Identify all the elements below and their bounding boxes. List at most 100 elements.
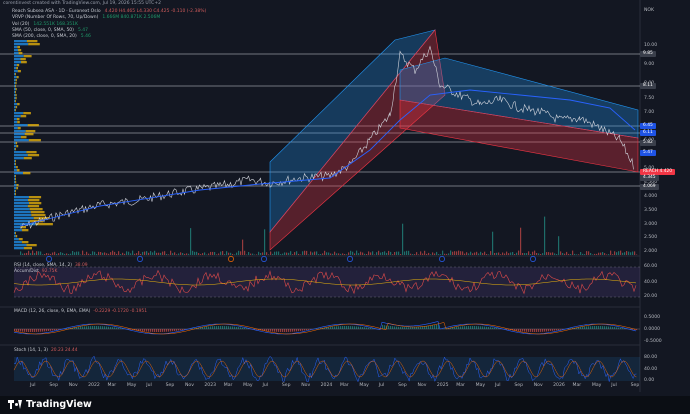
- macd-histogram-bar: [410, 327, 412, 329]
- volume-bar: [180, 252, 182, 255]
- macd-histogram-bar: [166, 329, 168, 332]
- volume-bar: [588, 251, 590, 255]
- volume-bar: [480, 251, 482, 255]
- volume-bar: [442, 250, 444, 255]
- volume-bar: [498, 252, 500, 255]
- time-axis-tick: Nov: [68, 383, 78, 388]
- macd-histogram-bar: [342, 326, 344, 329]
- chart-canvas[interactable]: [0, 0, 690, 392]
- volume-bar: [466, 252, 468, 255]
- macd-histogram-bar: [388, 325, 390, 329]
- volume-profile-down-bar: [31, 214, 46, 217]
- volume-bar: [84, 254, 86, 255]
- volume-profile-down-bar: [15, 94, 17, 97]
- volume-bar: [196, 251, 198, 255]
- macd-histogram-bar: [112, 327, 114, 329]
- volume-bar: [414, 254, 416, 255]
- macd-histogram-bar: [140, 329, 142, 331]
- price-axis[interactable]: NOK 10.009.008.007.507.006.506.005.505.0…: [640, 0, 690, 392]
- volume-bar: [430, 254, 432, 255]
- volume-bar: [32, 250, 34, 255]
- macd-histogram-bar: [610, 326, 612, 329]
- volume-bar: [110, 252, 112, 255]
- macd-histogram-bar: [394, 326, 396, 329]
- volume-profile-up-bar: [14, 82, 16, 85]
- volume-bar: [68, 254, 70, 255]
- volume-bar: [562, 253, 564, 255]
- volume-bar: [96, 253, 98, 255]
- volume-bar: [340, 253, 342, 255]
- volume-profile-down-bar: [15, 88, 17, 91]
- macd-histogram-bar: [456, 326, 458, 329]
- macd-histogram-bar: [336, 326, 338, 329]
- macd-label-row[interactable]: MACD (12, 26, close, 9, EMA, EMA) -0.2229…: [14, 309, 147, 314]
- volume-profile-down-bar: [29, 202, 42, 205]
- volume-bar: [604, 253, 606, 255]
- price-axis-tick: 7.00: [644, 110, 655, 115]
- macd-histogram-bar: [44, 329, 46, 332]
- volume-bar: [494, 253, 496, 255]
- macd-histogram-bar: [596, 326, 598, 329]
- macd-histogram-bar: [490, 327, 492, 329]
- stoch-values: 20.23 24.44: [50, 348, 78, 353]
- volume-bar: [200, 254, 202, 255]
- volume-profile-down-bar: [17, 103, 20, 106]
- volume-bar: [150, 251, 152, 255]
- volume-bar: [378, 250, 380, 255]
- volume-profile-down-bar: [15, 181, 17, 184]
- price-axis-tick: 3.500: [644, 208, 658, 213]
- volume-bar: [526, 253, 528, 255]
- macd-histogram-bar: [356, 326, 358, 329]
- macd-histogram-bar: [382, 324, 384, 329]
- volume-profile-up-bar: [14, 193, 16, 196]
- macd-histogram-bar: [244, 327, 246, 329]
- macd-histogram-bar: [288, 329, 290, 332]
- volume-bar: [586, 251, 588, 255]
- accum-label-row[interactable]: Accum/Dist 92.75K: [14, 269, 57, 274]
- volume-bar: [488, 254, 490, 255]
- volume-bar: [244, 250, 246, 255]
- macd-histogram-bar: [538, 329, 540, 332]
- macd-histogram-bar: [466, 326, 468, 329]
- volume-bar: [610, 250, 612, 255]
- time-axis-tick: Nov: [301, 383, 311, 388]
- time-axis[interactable]: Jul Sep Nov 2022 Mar May Jul Sep Nov 2023 Mar May Ju…: [0, 383, 640, 392]
- volume-bar: [436, 251, 438, 255]
- stoch-label-row[interactable]: Stoch (14, 1, 3) 20.23 24.44: [14, 348, 78, 353]
- volume-profile-down-bar: [15, 106, 18, 109]
- macd-histogram-bar: [402, 327, 404, 329]
- macd-histogram-bar: [430, 325, 432, 329]
- macd-histogram-bar: [306, 329, 308, 331]
- volume-bar: [592, 254, 594, 255]
- macd-histogram-bar: [298, 329, 300, 332]
- volume-profile-down-bar: [15, 73, 16, 76]
- macd-histogram-bar: [424, 326, 426, 329]
- macd-histogram-bar: [292, 329, 294, 332]
- volume-profile-down-bar: [17, 70, 21, 73]
- volume-bar: [616, 252, 618, 255]
- event-marker: [530, 256, 536, 262]
- volume-bar: [384, 251, 386, 255]
- tradingview-logo[interactable]: TradingView: [8, 399, 92, 410]
- volume-bar: [294, 252, 296, 255]
- volume-bar: [620, 250, 622, 255]
- macd-histogram-bar: [176, 329, 178, 331]
- volume-bar: [398, 251, 400, 255]
- volume-profile-up-bar: [14, 214, 32, 217]
- volume-bar: [124, 253, 126, 255]
- macd-histogram-bar: [300, 329, 302, 331]
- volume-bar: [288, 252, 290, 255]
- volume-bar: [400, 254, 402, 255]
- macd-histogram-bar: [282, 329, 284, 332]
- volume-bar: [306, 250, 308, 255]
- volume-bar: [170, 250, 172, 255]
- macd-histogram-bar: [236, 326, 238, 329]
- macd-histogram-bar: [594, 326, 596, 329]
- macd-histogram-bar: [384, 325, 386, 329]
- volume-bar: [612, 254, 614, 255]
- macd-histogram-bar: [486, 326, 488, 329]
- rsi-label-row[interactable]: RSI (14, close, SMA, 14, 2) 38.09: [14, 263, 88, 268]
- volume-bar: [104, 252, 106, 255]
- chart-frame[interactable]: corentinvest created with TradingView.co…: [0, 0, 690, 414]
- macd-histogram-bar: [274, 329, 276, 332]
